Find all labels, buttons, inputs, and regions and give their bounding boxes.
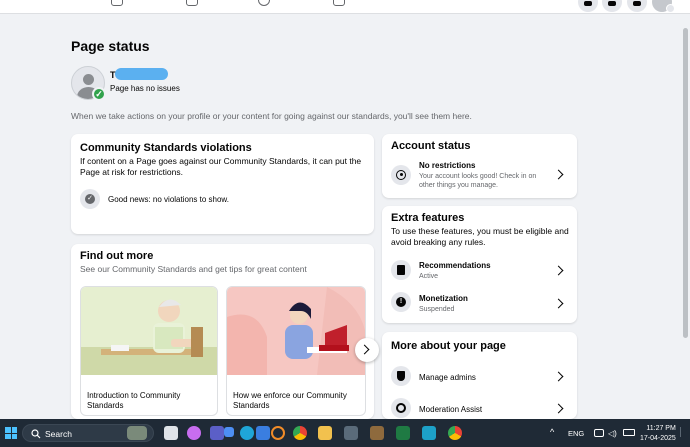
- community-standards-intro-card[interactable]: Introduction to Community Standards: [80, 286, 218, 416]
- notifications-button[interactable]: [627, 0, 647, 12]
- page-status-text: Page has no issues: [110, 84, 180, 93]
- enforce-standards-card[interactable]: How we enforce our Community Standards: [226, 286, 366, 416]
- search-app-icon[interactable]: [271, 426, 285, 440]
- violations-description: If content on a Page goes against our Co…: [80, 156, 362, 177]
- chevron-right-icon: [359, 344, 370, 355]
- check-icon: ✓: [92, 87, 106, 101]
- calculator-icon[interactable]: [344, 426, 358, 440]
- account-status-card: Account status No restrictions Your acco…: [382, 134, 577, 198]
- network-icon[interactable]: [594, 429, 604, 437]
- scrollbar[interactable]: [681, 14, 690, 419]
- woman-laptop-illustration: [227, 287, 365, 375]
- chevron-right-icon[interactable]: [553, 371, 564, 382]
- battery-icon[interactable]: [623, 429, 635, 436]
- no-restrictions-sub: Your account looks good! Check in on oth…: [419, 173, 537, 189]
- account-status-title: Account status: [391, 140, 471, 152]
- taskbar-search-box[interactable]: Search: [22, 424, 154, 442]
- home-icon[interactable]: [111, 0, 123, 6]
- excel-icon[interactable]: [396, 426, 410, 440]
- chevron-right-icon[interactable]: [553, 265, 564, 276]
- volume-icon[interactable]: ◁): [608, 429, 617, 438]
- search-highlight-icon: [127, 426, 147, 440]
- chevron-right-icon[interactable]: [553, 403, 564, 414]
- recommendations-status: Active: [419, 273, 439, 280]
- violations-title: Community Standards violations: [80, 142, 252, 154]
- monetization-icon: !: [391, 292, 411, 312]
- menu-button[interactable]: [578, 0, 598, 12]
- more-about-page-card: More about your page Manage admins Moder…: [382, 332, 577, 419]
- manage-admins-link[interactable]: Manage admins: [419, 373, 476, 382]
- search-icon: [31, 429, 41, 439]
- taskbar-clock[interactable]: 11:27 PM 17-04-2025: [640, 424, 676, 444]
- good-news-text: Good news: no violations to show.: [108, 195, 229, 204]
- chevron-right-icon[interactable]: [553, 169, 564, 180]
- teams-icon[interactable]: [210, 426, 224, 440]
- recommendations-icon: [391, 260, 411, 280]
- gaming-icon[interactable]: [333, 0, 345, 6]
- groups-icon[interactable]: [258, 0, 270, 6]
- check-circle-icon: ✓: [80, 189, 100, 209]
- chat-icon[interactable]: [224, 427, 234, 437]
- windows-start-icon[interactable]: [5, 427, 17, 439]
- card-label: How we enforce our Community Standards: [233, 391, 347, 410]
- search-label: Search: [45, 429, 72, 439]
- chrome-icon[interactable]: [293, 426, 307, 440]
- monetization-status: Suspended: [419, 306, 455, 313]
- messenger-button[interactable]: [602, 0, 622, 12]
- task-view-icon[interactable]: [164, 426, 178, 440]
- tray-chevron-icon[interactable]: ^: [550, 427, 554, 437]
- recommendations-title[interactable]: Recommendations: [419, 261, 491, 270]
- extra-features-card: Extra features To use these features, yo…: [382, 206, 577, 323]
- file-explorer-icon[interactable]: [318, 426, 332, 440]
- profile-avatar-button[interactable]: [652, 0, 675, 13]
- find-out-more-card: Find out more See our Community Standard…: [71, 244, 374, 419]
- extra-features-title: Extra features: [391, 212, 465, 224]
- account-icon: [391, 165, 411, 185]
- top-navigation-bar: [0, 0, 690, 14]
- card-label: Introduction to Community Standards: [87, 391, 181, 410]
- video-icon[interactable]: [186, 0, 198, 6]
- no-restrictions-title[interactable]: No restrictions: [419, 161, 475, 170]
- shield-icon: [391, 366, 411, 386]
- clock-date: 17-04-2025: [640, 435, 676, 442]
- store-icon[interactable]: [256, 426, 270, 440]
- page-title: Page status: [71, 38, 150, 54]
- intro-text: When we take actions on your profile or …: [71, 111, 472, 121]
- monetization-title[interactable]: Monetization: [419, 294, 468, 303]
- app-icon[interactable]: [422, 426, 436, 440]
- gear-icon: [391, 398, 411, 418]
- extra-features-description: To use these features, you must be eligi…: [391, 226, 569, 247]
- find-out-more-title: Find out more: [80, 250, 154, 262]
- copilot-icon[interactable]: [187, 426, 201, 440]
- scrollbar-thumb[interactable]: [683, 28, 688, 338]
- elderly-person-illustration: [81, 287, 217, 375]
- violations-card: Community Standards violations If conten…: [71, 134, 374, 234]
- carousel-next-button[interactable]: [355, 338, 379, 362]
- chevron-right-icon[interactable]: [553, 298, 564, 309]
- clock-time: 11:27 PM: [646, 425, 676, 432]
- app-icon[interactable]: [370, 426, 384, 440]
- windows-taskbar: Search ^ ENG ◁) 11:27 PM 17-04-2025: [0, 419, 690, 447]
- notification-icon[interactable]: [680, 427, 687, 437]
- language-indicator[interactable]: ENG: [568, 429, 584, 438]
- edge-icon[interactable]: [240, 426, 254, 440]
- find-out-more-subtitle: See our Community Standards and get tips…: [80, 264, 307, 274]
- redaction-mark: [115, 68, 168, 80]
- moderation-assist-link[interactable]: Moderation Assist: [419, 405, 482, 414]
- chrome-profile-icon[interactable]: [448, 426, 462, 440]
- more-about-title: More about your page: [391, 340, 506, 352]
